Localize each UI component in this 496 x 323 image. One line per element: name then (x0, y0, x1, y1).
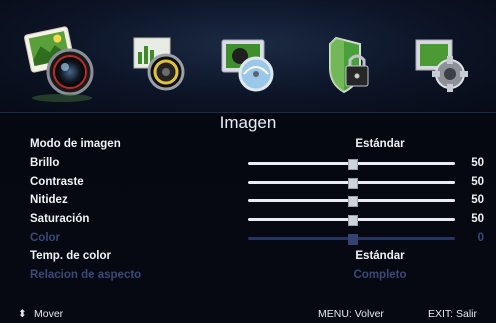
saturation-label: Saturación (30, 213, 90, 225)
picture-mode-row[interactable]: Modo de imagen Estándar (0, 136, 496, 153)
brightness-slider-knob[interactable] (347, 159, 358, 170)
color-value: 0 (477, 232, 484, 244)
sharpness-slider[interactable] (248, 196, 455, 207)
aspect-ratio-row: Relacion de aspecto Completo (0, 267, 496, 284)
move-hint: Mover (34, 308, 64, 320)
color-temperature-label: Temp. de color (30, 250, 111, 262)
picture-mode-label: Modo de imagen (30, 138, 121, 150)
picture-camera-icon[interactable] (22, 22, 102, 102)
channel-satellite-icon[interactable] (214, 30, 284, 100)
saturation-slider[interactable] (248, 215, 455, 226)
top-menu-bar (0, 0, 496, 113)
brightness-slider[interactable] (248, 159, 455, 170)
footer-hints: ⬍ Mover MENU: Volver EXIT: Salir (0, 306, 496, 323)
sound-equalizer-icon[interactable] (124, 30, 194, 100)
contrast-label: Contraste (30, 176, 84, 188)
picture-mode-value[interactable]: Estándar (315, 136, 445, 153)
brightness-label: Brillo (30, 157, 60, 169)
color-row: Color 0 (0, 230, 496, 247)
up-down-arrows-icon: ⬍ (18, 308, 27, 320)
saturation-row[interactable]: Saturación 50 (0, 211, 496, 228)
menu-title: Imagen (219, 113, 277, 132)
contrast-row[interactable]: Contraste 50 (0, 174, 496, 191)
menu-back-hint: MENU: Volver (318, 308, 384, 320)
aspect-ratio-value: Completo (353, 269, 407, 281)
color-slider-knob (347, 234, 358, 245)
exit-hint: EXIT: Salir (428, 308, 478, 320)
contrast-slider-knob[interactable] (347, 178, 358, 189)
sharpness-row[interactable]: Nitidez 50 (0, 192, 496, 209)
contrast-value: 50 (471, 176, 484, 188)
color-temperature-value[interactable]: Estándar (315, 248, 445, 265)
settings-gear-icon[interactable] (406, 30, 476, 100)
contrast-slider[interactable] (248, 178, 455, 189)
color-slider (248, 234, 455, 245)
saturation-value: 50 (471, 213, 484, 225)
brightness-row[interactable]: Brillo 50 (0, 155, 496, 172)
color-temperature-row[interactable]: Temp. de color Estándar (0, 248, 496, 265)
saturation-slider-knob[interactable] (347, 215, 358, 226)
sharpness-value: 50 (471, 194, 484, 206)
brightness-value: 50 (471, 157, 484, 169)
aspect-ratio-label: Relacion de aspecto (30, 269, 142, 281)
color-label: Color (30, 232, 61, 244)
sharpness-slider-knob[interactable] (347, 196, 358, 207)
sharpness-label: Nitidez (30, 194, 68, 206)
lock-shield-icon[interactable] (312, 30, 382, 100)
tv-picture-menu: Imagen Modo de imagen Estándar Brillo 50… (0, 0, 496, 323)
